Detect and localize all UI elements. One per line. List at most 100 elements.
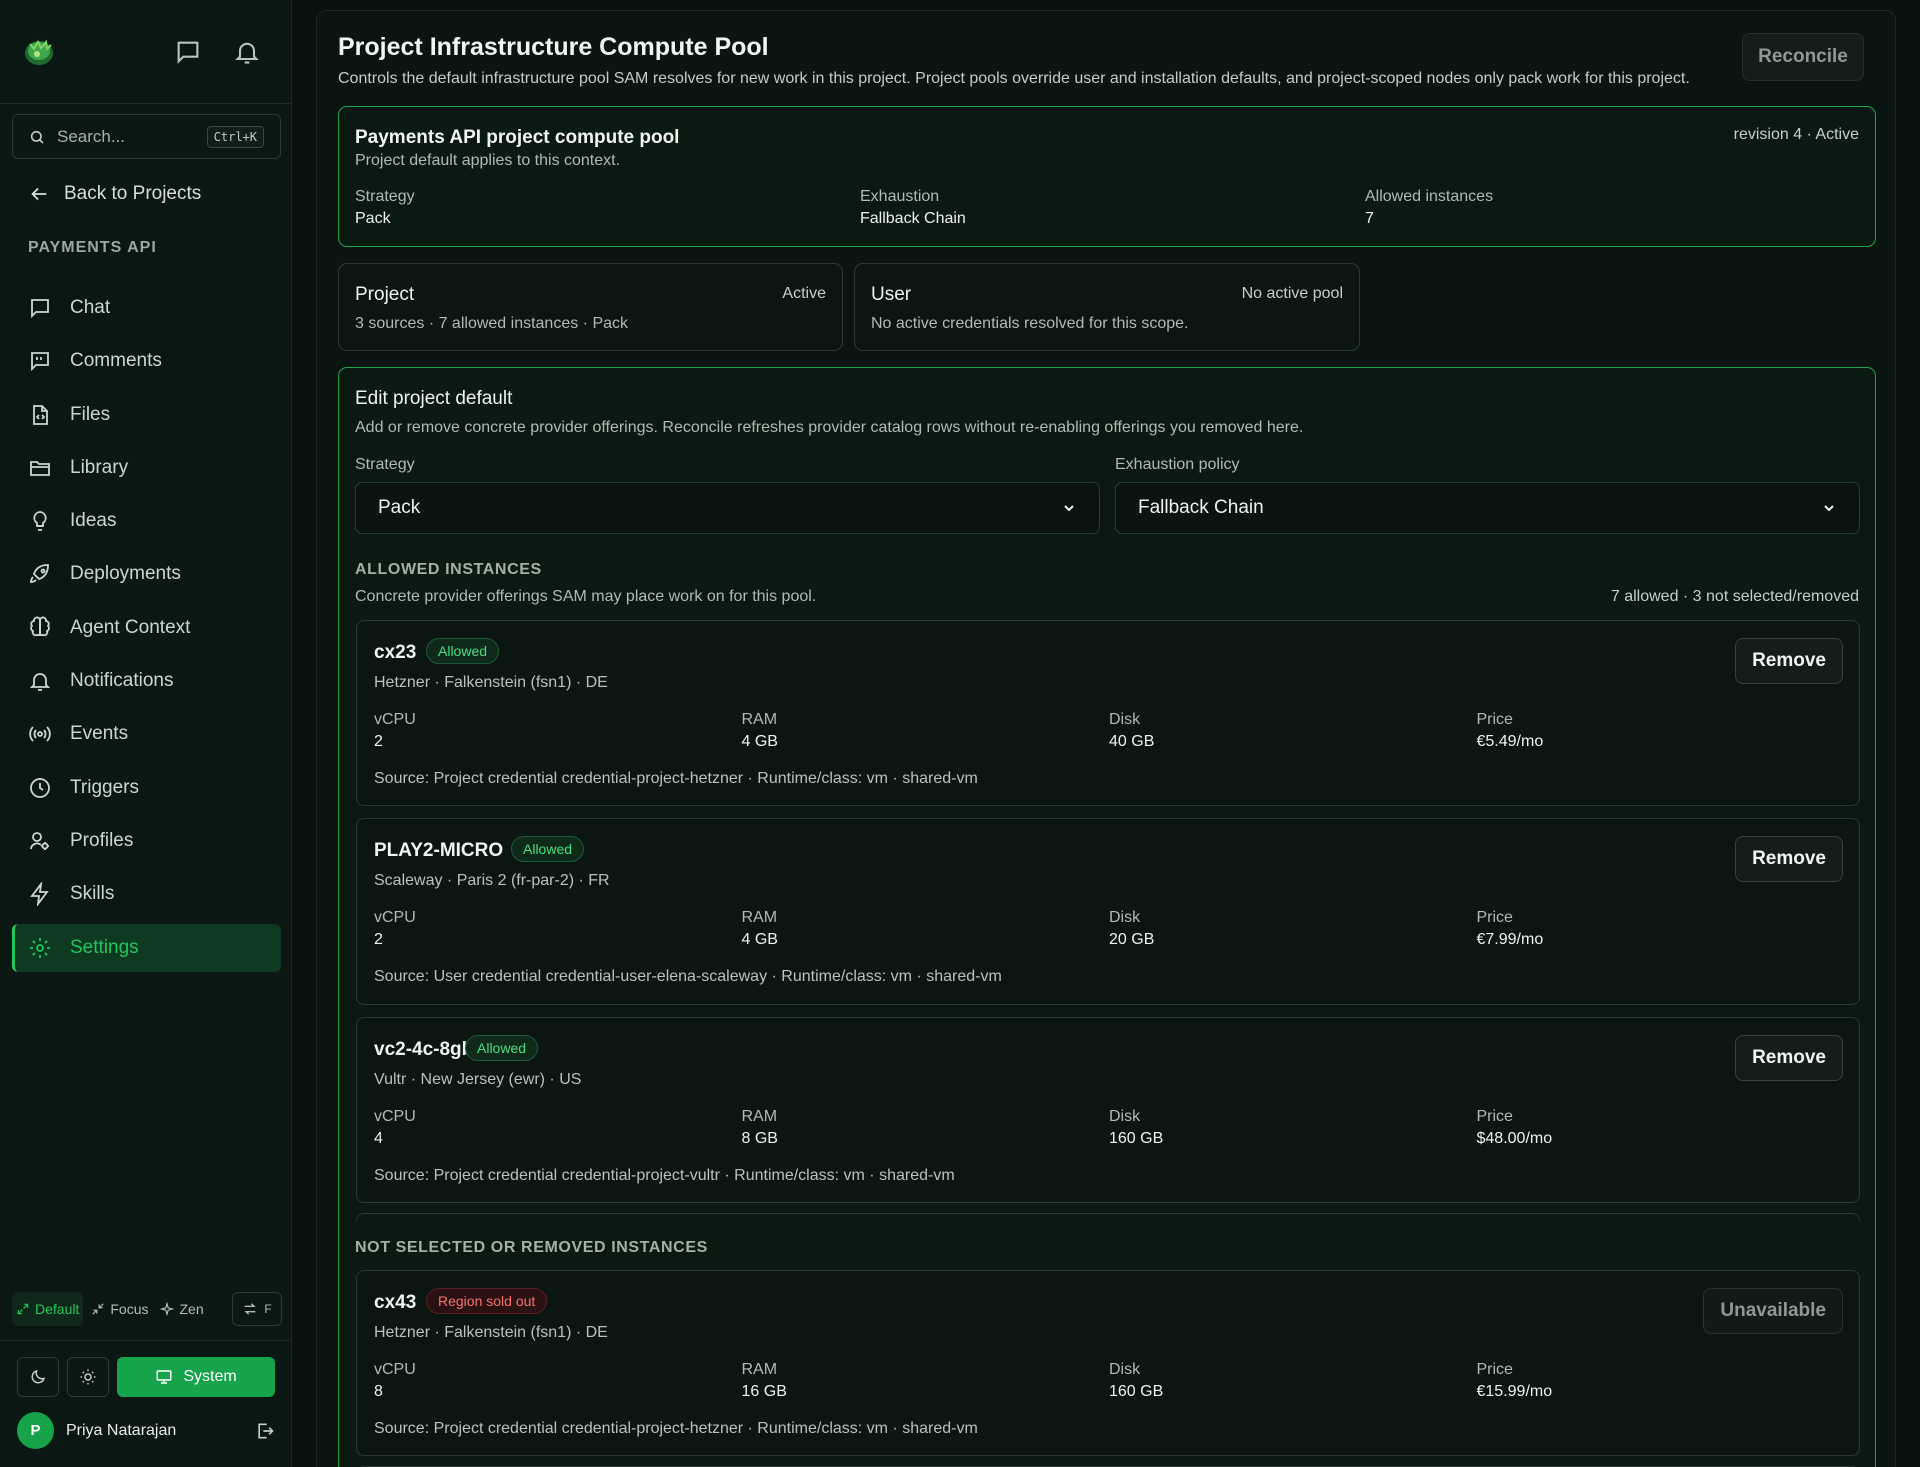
sidebar-item-label: Skills [70, 883, 115, 905]
spec-label: RAM [741, 1361, 778, 1378]
spec-value: 20 GB [1109, 931, 1155, 948]
remove-button[interactable]: Remove [1735, 836, 1843, 882]
dark-theme-button[interactable] [17, 1357, 59, 1397]
spec-label: vCPU [374, 909, 416, 926]
sidebar-item-library[interactable]: Library [12, 444, 281, 492]
back-label: Back to Projects [64, 183, 202, 204]
system-theme-label: System [183, 1368, 237, 1385]
allowed-instances-heading: ALLOWED INSTANCES [355, 561, 542, 578]
user-gear-icon [30, 832, 49, 850]
spec-value: 16 GB [741, 1383, 787, 1400]
spec-value: 160 GB [1109, 1383, 1164, 1400]
sidebar-item-files[interactable]: Files [12, 391, 281, 439]
instance-specs: vCPU 4 RAM 8 GB Disk 160 GB Price $48.00/mo [374, 1108, 1844, 1148]
chat-icon[interactable] [174, 38, 202, 66]
mode-default-label: Default [35, 1301, 80, 1317]
sidebar: Search... Ctrl+K Back to Projects PAYMEN… [0, 0, 292, 1467]
sparkle-icon [160, 1302, 175, 1316]
spec-label: Disk [1109, 711, 1141, 728]
sidebar-item-deployments[interactable]: Deployments [12, 550, 281, 598]
sidebar-item-label: Chat [70, 297, 111, 318]
spec-value: $48.00/mo [1476, 1130, 1553, 1147]
status-badge: Allowed [511, 836, 585, 862]
spec-label: Price [1476, 909, 1513, 926]
mode-toggle-key: F [264, 1302, 272, 1316]
folder-icon [30, 460, 50, 476]
instance-name: PLAY2-MICRO [374, 840, 504, 861]
sidebar-item-ideas[interactable]: Ideas [12, 497, 281, 545]
sidebar-item-events[interactable]: Events [12, 710, 281, 758]
spec-label: RAM [741, 711, 778, 728]
spec-label: vCPU [374, 711, 416, 728]
pool-name: Payments API project compute pool [355, 127, 680, 148]
sidebar-item-settings[interactable]: Settings [12, 923, 281, 972]
edit-project-default-card: Edit project default Add or remove concr… [338, 367, 1876, 1467]
mode-default-button[interactable]: Default [12, 1292, 84, 1326]
scope-status: No active pool [1241, 285, 1343, 302]
sidebar-item-comments[interactable]: Comments [12, 337, 281, 385]
remove-button[interactable]: Remove [1735, 1035, 1843, 1081]
instance-card: PLAY2-MICRO Allowed Scaleway · Paris 2 (… [356, 818, 1860, 1005]
sidebar-item-agent-context[interactable]: Agent Context [12, 604, 281, 652]
user-name: Priya Natarajan [66, 1421, 177, 1439]
instance-card: cx43 Region sold out Hetzner · Falkenste… [356, 1270, 1860, 1456]
sidebar-item-label: Events [70, 723, 129, 745]
mode-zen-label: Zen [179, 1301, 204, 1317]
gear-icon [30, 937, 50, 958]
mode-toggle-button[interactable]: F [232, 1292, 282, 1326]
expand-icon [17, 1303, 29, 1315]
back-to-projects-link[interactable]: Back to Projects [28, 183, 201, 205]
remove-button[interactable]: Remove [1735, 638, 1843, 684]
spec-value: 2 [374, 931, 383, 948]
pool-summary-card: Payments API project compute pool revisi… [338, 106, 1876, 247]
spec-label: Disk [1109, 1361, 1141, 1378]
status-badge: Region sold out [426, 1288, 548, 1314]
bell-icon[interactable] [233, 38, 261, 66]
sidebar-item-triggers[interactable]: Triggers [12, 764, 281, 812]
exhaustion-select[interactable]: Fallback Chain [1115, 482, 1860, 534]
main-panel: Project Infrastructure Compute Pool Cont… [316, 10, 1896, 1467]
spec-value: 4 GB [741, 931, 778, 948]
file-icon [33, 404, 48, 425]
scope-card-project[interactable]: Project Active 3 sources · 7 allowed ins… [338, 263, 843, 351]
sidebar-item-label: Notifications [70, 670, 174, 692]
sidebar-header [0, 0, 291, 104]
page-title: Project Infrastructure Compute Pool [338, 33, 769, 61]
status-badge: Allowed [426, 638, 500, 664]
bolt-icon [30, 882, 49, 907]
field-label: Strategy [355, 188, 415, 205]
logo-icon[interactable] [24, 38, 54, 66]
spec-value: 2 [374, 733, 383, 750]
sidebar-item-label: Ideas [70, 510, 117, 532]
search-input[interactable]: Search... Ctrl+K [12, 114, 281, 159]
exhaustion-value: Fallback Chain [1138, 497, 1264, 518]
unavailable-button[interactable]: Unavailable [1703, 1288, 1843, 1334]
logout-icon[interactable] [255, 1421, 275, 1441]
instance-location: Vultr · New Jersey (ewr) · US [374, 1071, 582, 1088]
scope-card-user[interactable]: User No active pool No active credential… [854, 263, 1360, 351]
chat-icon [31, 299, 49, 319]
comments-icon [31, 352, 49, 372]
sidebar-item-profiles[interactable]: Profiles [12, 817, 281, 865]
light-theme-button[interactable] [67, 1357, 109, 1397]
sidebar-item-label: Library [70, 456, 129, 478]
pool-note: Project default applies to this context. [355, 152, 621, 169]
spec-value: 8 GB [741, 1130, 778, 1147]
avatar[interactable]: P [17, 1412, 54, 1449]
sidebar-item-label: Files [70, 403, 111, 425]
strategy-select[interactable]: Pack [355, 482, 1100, 534]
summary-strategy: Strategy Pack [355, 188, 415, 228]
sidebar-item-notifications[interactable]: Notifications [12, 657, 281, 705]
allowed-instances-desc: Concrete provider offerings SAM may plac… [355, 588, 817, 605]
sidebar-item-chat[interactable]: Chat [12, 284, 281, 332]
spec-value: 4 GB [741, 733, 778, 750]
mode-focus-button[interactable]: Focus [87, 1292, 152, 1326]
field-label: Allowed instances [1365, 188, 1494, 205]
pool-revision: revision 4 · Active [1733, 126, 1859, 143]
search-shortcut: Ctrl+K [206, 125, 264, 148]
sidebar-item-label: Agent Context [70, 616, 191, 638]
reconcile-button[interactable]: Reconcile [1742, 33, 1864, 81]
system-theme-button[interactable]: System [117, 1357, 275, 1397]
sidebar-item-skills[interactable]: Skills [12, 870, 281, 918]
mode-zen-button[interactable]: Zen [156, 1292, 207, 1326]
